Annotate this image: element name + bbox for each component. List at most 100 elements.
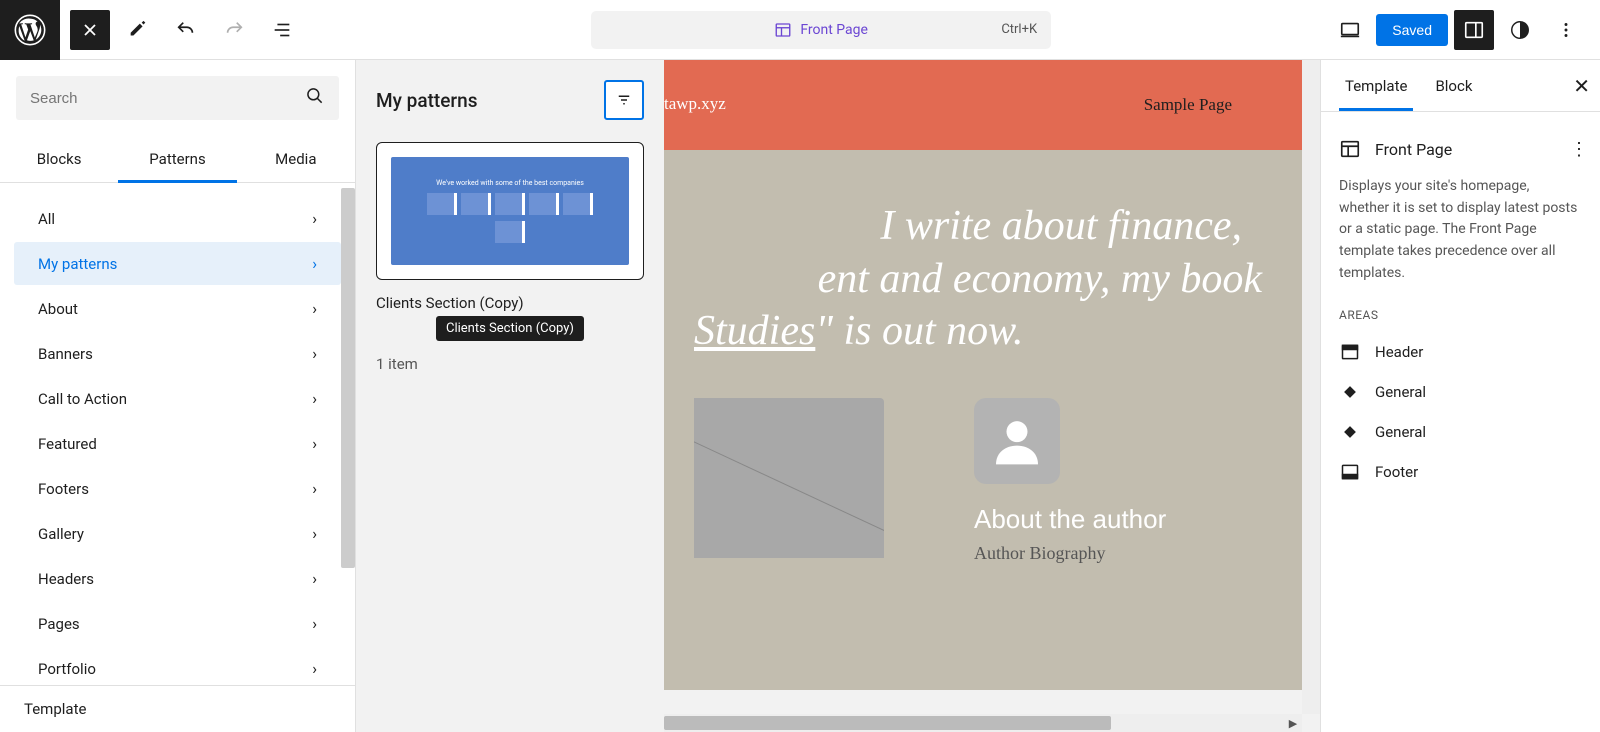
category-pages[interactable]: Pages›: [14, 602, 341, 645]
scrollbar-thumb[interactable]: [664, 716, 1111, 730]
redo-button[interactable]: [214, 10, 254, 50]
tab-blocks[interactable]: Blocks: [0, 136, 118, 182]
footer-area-icon: [1339, 461, 1361, 483]
category-portfolio[interactable]: Portfolio›: [14, 647, 341, 685]
about-heading: About the author: [974, 504, 1166, 535]
close-settings-button[interactable]: ✕: [1573, 74, 1590, 98]
canvas-vertical-scrollbar[interactable]: [1302, 60, 1320, 714]
hero-block[interactable]: I write about finance, ent and economy, …: [664, 150, 1302, 690]
editor-canvas: tawp.xyz Sample Page I write about finan…: [664, 60, 1320, 732]
contrast-icon: [1509, 19, 1531, 41]
template-title-row: Front Page ⋮: [1339, 130, 1582, 168]
styles-button[interactable]: [1500, 10, 1540, 50]
document-overview-button[interactable]: [262, 10, 302, 50]
toolbar-left: [60, 10, 312, 50]
sidebar-icon: [1463, 19, 1485, 41]
template-name: Front Page: [1375, 140, 1452, 159]
template-description: Displays your site's homepage, whether i…: [1339, 176, 1582, 284]
search-icon: [305, 86, 325, 110]
site-header-block[interactable]: tawp.xyz Sample Page: [664, 60, 1302, 150]
chevron-right-icon: ›: [312, 254, 317, 273]
category-featured[interactable]: Featured›: [14, 422, 341, 465]
area-header[interactable]: Header: [1339, 332, 1582, 372]
filter-icon: [615, 91, 633, 109]
pattern-tooltip: Clients Section (Copy): [436, 316, 584, 341]
chevron-right-icon: ›: [312, 524, 317, 543]
search-input[interactable]: [30, 90, 305, 107]
area-footer[interactable]: Footer: [1339, 452, 1582, 492]
tab-template[interactable]: Template: [1331, 62, 1421, 110]
hero-text: I write about finance, ent and economy, …: [694, 200, 1272, 358]
chevron-right-icon: ›: [312, 659, 317, 678]
person-icon: [989, 413, 1045, 469]
breadcrumb-template[interactable]: Template: [0, 685, 355, 732]
wordpress-logo[interactable]: [0, 0, 60, 60]
image-placeholder[interactable]: [694, 398, 884, 558]
category-headers[interactable]: Headers›: [14, 557, 341, 600]
tab-patterns[interactable]: Patterns: [118, 136, 236, 182]
category-gallery[interactable]: Gallery›: [14, 512, 341, 555]
tools-button[interactable]: [118, 10, 158, 50]
inserter-scrollbar[interactable]: [341, 188, 355, 568]
document-title: Front Page: [800, 22, 868, 38]
toolbar-right: Saved: [1330, 10, 1600, 50]
chevron-right-icon: ›: [312, 434, 317, 453]
main-area: Blocks Patterns Media All› My patterns› …: [0, 60, 1600, 732]
category-about[interactable]: About›: [14, 287, 341, 330]
chevron-right-icon: ›: [312, 479, 317, 498]
tab-block[interactable]: Block: [1421, 62, 1486, 110]
patterns-filter-button[interactable]: [604, 80, 644, 120]
close-inserter-button[interactable]: [70, 10, 110, 50]
chevron-right-icon: ›: [312, 299, 317, 318]
list-view-icon: [271, 19, 293, 41]
inserter-search[interactable]: [16, 76, 339, 120]
redo-icon: [223, 19, 245, 41]
more-vertical-icon: [1555, 19, 1577, 41]
chevron-right-icon: ›: [312, 344, 317, 363]
chevron-right-icon: ›: [312, 569, 317, 588]
about-author-section: About the author Author Biography: [694, 398, 1272, 564]
pattern-categories: All› My patterns› About› Banners› Call t…: [0, 183, 355, 685]
category-my-patterns[interactable]: My patterns›: [14, 242, 341, 285]
inserter-tabs: Blocks Patterns Media: [0, 136, 355, 183]
wordpress-icon: [14, 14, 46, 46]
pattern-card[interactable]: We've worked with some of the best compa…: [376, 142, 644, 280]
area-general-2[interactable]: General: [1339, 412, 1582, 452]
patterns-count: 1 item: [376, 355, 644, 373]
settings-tabs: Template Block ✕: [1321, 60, 1600, 112]
template-more-button[interactable]: ⋮: [1570, 139, 1588, 160]
chevron-right-icon: ›: [312, 389, 317, 408]
document-bar[interactable]: Front Page Ctrl+K: [591, 11, 1051, 49]
chevron-right-icon: ›: [312, 614, 317, 633]
chevron-right-icon: ›: [312, 209, 317, 228]
avatar-placeholder[interactable]: [974, 398, 1060, 484]
author-bio-label: Author Biography: [974, 543, 1166, 564]
scroll-right-icon[interactable]: ▶: [1284, 714, 1302, 732]
canvas-horizontal-scrollbar[interactable]: ▶: [664, 714, 1302, 732]
patterns-preview-panel: My patterns We've worked with some of th…: [356, 60, 664, 732]
diamond-icon: [1339, 421, 1361, 443]
area-general-1[interactable]: General: [1339, 372, 1582, 412]
nav-link[interactable]: Sample Page: [1144, 95, 1232, 115]
areas-heading: Areas: [1339, 308, 1582, 322]
patterns-panel-title: My patterns: [376, 89, 477, 112]
site-url: tawp.xyz: [664, 94, 726, 114]
canvas-viewport[interactable]: tawp.xyz Sample Page I write about finan…: [664, 60, 1302, 714]
settings-toggle-button[interactable]: [1454, 10, 1494, 50]
pattern-preview: We've worked with some of the best compa…: [391, 157, 629, 265]
undo-button[interactable]: [166, 10, 206, 50]
category-call-to-action[interactable]: Call to Action›: [14, 377, 341, 420]
options-button[interactable]: [1546, 10, 1586, 50]
command-shortcut: Ctrl+K: [1001, 22, 1037, 37]
category-footers[interactable]: Footers›: [14, 467, 341, 510]
layout-icon: [774, 21, 792, 39]
tab-media[interactable]: Media: [237, 136, 355, 182]
desktop-icon: [1339, 19, 1361, 41]
save-button[interactable]: Saved: [1376, 14, 1448, 46]
block-inserter-panel: Blocks Patterns Media All› My patterns› …: [0, 60, 356, 732]
header-area-icon: [1339, 341, 1361, 363]
view-button[interactable]: [1330, 10, 1370, 50]
category-all[interactable]: All›: [14, 197, 341, 240]
category-banners[interactable]: Banners›: [14, 332, 341, 375]
pattern-name-label: Clients Section (Copy): [376, 294, 644, 312]
